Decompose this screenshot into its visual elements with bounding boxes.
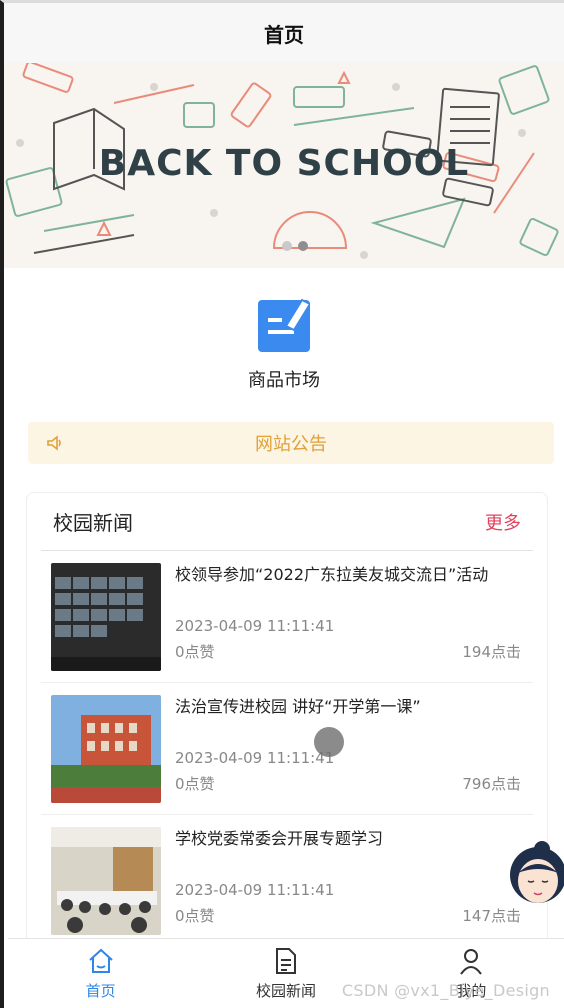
- news-date: 2023-04-09 11:11:41: [175, 881, 335, 899]
- news-likes: 0点赞: [175, 775, 215, 793]
- edit-icon: [258, 298, 310, 352]
- news-date: 2023-04-09 11:11:41: [175, 749, 335, 767]
- banner-carousel[interactable]: BACK TO SCHOOL: [4, 63, 564, 268]
- news-thumbnail: [51, 695, 161, 803]
- news-title: 校园新闻: [53, 511, 133, 535]
- news-item[interactable]: 学校党委常委会开展专题学习 2023-04-09 11:11:41 0点赞 14…: [41, 815, 533, 947]
- news-info: 学校党委常委会开展专题学习 2023-04-09 11:11:41 0点赞 14…: [175, 827, 521, 934]
- user-icon: [460, 949, 483, 975]
- news-clicks: 194点击: [462, 643, 521, 661]
- news-info: 校领导参加“2022广东拉美友城交流日”活动 2023-04-09 11:11:…: [175, 563, 521, 670]
- news-info: 法治宣传进校园 讲好“开学第一课” 2023-04-09 11:11:41 0点…: [175, 695, 521, 802]
- news-item[interactable]: 校领导参加“2022广东拉美友城交流日”活动 2023-04-09 11:11:…: [41, 551, 533, 683]
- news-item[interactable]: 法治宣传进校园 讲好“开学第一课” 2023-04-09 11:11:41 0点…: [41, 683, 533, 815]
- notice-text: 网站公告: [255, 434, 327, 455]
- news-headline: 学校党委常委会开展专题学习: [175, 829, 384, 848]
- carousel-dot[interactable]: [282, 241, 292, 251]
- tab-news-label: 校园新闻: [255, 982, 316, 1000]
- tab-home-label: 首页: [85, 982, 116, 1000]
- campus-news-card: 校园新闻 更多 校领导参加“2022广东拉美友城交流日”活动 2023-04-0…: [26, 492, 548, 948]
- more-link[interactable]: 更多: [485, 509, 521, 535]
- category-market[interactable]: 商品市场: [4, 296, 564, 392]
- banner-text: BACK TO SCHOOL: [99, 143, 469, 184]
- document-icon: [275, 948, 296, 974]
- news-headline: 法治宣传进校园 讲好“开学第一课”: [175, 697, 421, 716]
- news-header: 校园新闻 更多: [41, 493, 533, 551]
- category-label: 商品市场: [248, 370, 320, 391]
- news-thumbnail: [51, 563, 161, 671]
- touch-indicator: [314, 727, 344, 757]
- carousel-dot-active[interactable]: [298, 241, 308, 251]
- banner-image: BACK TO SCHOOL: [4, 63, 564, 268]
- news-clicks: 147点击: [462, 907, 521, 925]
- customer-service-avatar-icon[interactable]: [502, 839, 564, 905]
- news-meta: 0点赞 147点击: [175, 905, 521, 926]
- site-notice[interactable]: 网站公告: [28, 422, 554, 464]
- page-title: 首页: [264, 22, 304, 47]
- app-frame: 首页 BACK TO SCHOOL 商品市场 网站公告 校园新闻 更多 校领导参…: [0, 0, 564, 1008]
- news-likes: 0点赞: [175, 643, 215, 661]
- watermark: CSDN @vx1_Biye_Design: [341, 981, 550, 1000]
- navbar: 首页: [4, 3, 564, 63]
- carousel-dots: [282, 241, 308, 251]
- news-date: 2023-04-09 11:11:41: [175, 617, 335, 635]
- tab-home[interactable]: 首页: [8, 939, 193, 1008]
- news-clicks: 796点击: [462, 775, 521, 793]
- home-icon: [88, 948, 113, 973]
- news-meta: 0点赞 796点击: [175, 773, 521, 794]
- news-headline: 校领导参加“2022广东拉美友城交流日”活动: [175, 565, 489, 584]
- news-likes: 0点赞: [175, 907, 215, 925]
- speaker-icon: [47, 435, 61, 451]
- news-thumbnail: [51, 827, 161, 935]
- news-meta: 0点赞 194点击: [175, 641, 521, 662]
